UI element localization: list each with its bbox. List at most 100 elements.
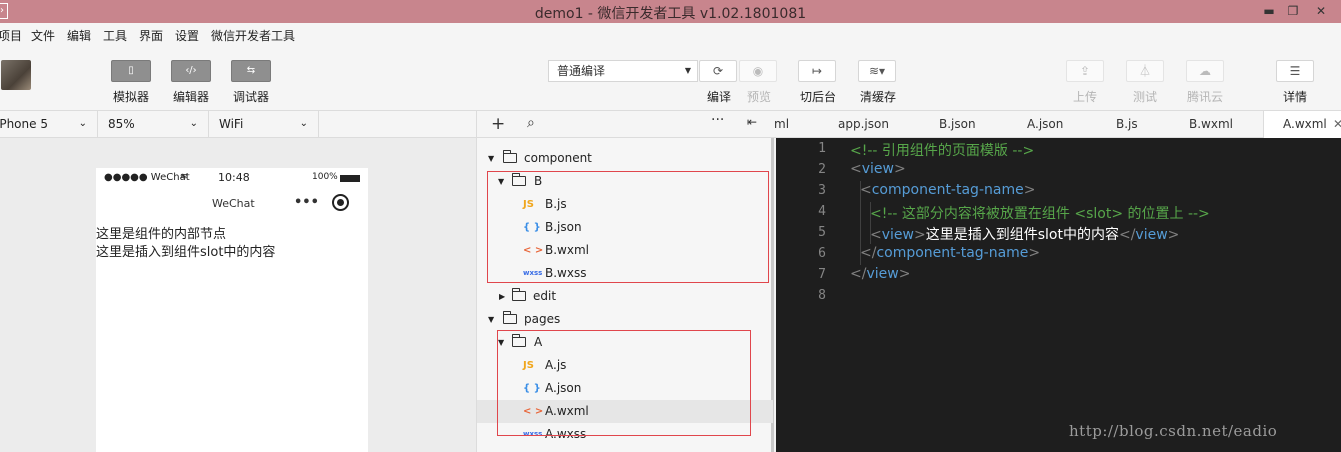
caret-down-icon: ▼: [488, 154, 495, 163]
editor-tabs: ml app.json B.json A.json B.js B.wxml A.…: [774, 111, 1341, 138]
compile-button[interactable]: ⟳: [699, 60, 737, 82]
chevron-down-icon: ⌄: [299, 118, 308, 129]
menu-edit[interactable]: 编辑: [67, 27, 91, 44]
debug-icon: ⇆: [246, 65, 256, 76]
menu-wechat-devtools[interactable]: 微信开发者工具: [211, 27, 295, 44]
status-bar: ●●●●● WeChat ≋ 10:48 100%: [96, 168, 368, 188]
compile-mode-select[interactable]: 普通编译 ▼: [548, 60, 698, 82]
compile-mode-value: 普通编译: [557, 64, 606, 78]
test-button[interactable]: ⏃: [1126, 60, 1164, 82]
upload-button[interactable]: ⇪: [1066, 60, 1104, 82]
menu-file[interactable]: 文件: [31, 27, 55, 44]
zoom-select[interactable]: 85% ⌄: [98, 111, 209, 137]
clear-cache-label: 清缓存: [859, 90, 896, 104]
menu-icon: ☰: [1289, 64, 1301, 78]
nav-title: WeChat: [212, 197, 255, 210]
debugger-toggle-button[interactable]: ⇆: [231, 60, 271, 82]
tab-a-json[interactable]: A.json: [1027, 111, 1087, 138]
toolbar: ▯ 模拟器 ‹/› 编辑器 ⇆ 调试器 普通编译 ▼ ⟳ 编译 ◉ 预览 ↦ 切…: [0, 47, 1341, 111]
preview-label: 预览: [746, 90, 771, 104]
tree-label: edit: [533, 289, 557, 303]
refresh-icon: ⟳: [712, 64, 724, 78]
file-tree-toolbar: + ⌕ ··· ⇤: [476, 111, 774, 138]
tencent-cloud-label: 腾讯云: [1186, 90, 1223, 104]
menu-tools[interactable]: 工具: [103, 27, 127, 44]
network-select[interactable]: WiFi ⌄: [209, 111, 319, 137]
code-line-4: <!-- 这部分内容将被放置在组件 <slot> 的位置上 -->: [870, 206, 1210, 222]
more-icon[interactable]: •••: [294, 195, 319, 210]
device-model: iPhone 5: [0, 117, 48, 131]
status-battery: 100%: [312, 172, 338, 182]
avatar[interactable]: [1, 60, 31, 90]
line-number: 3: [818, 183, 826, 198]
line-number: 6: [818, 246, 826, 261]
tab-ml[interactable]: ml: [774, 111, 814, 138]
line-number: 5: [818, 225, 826, 240]
restore-button[interactable]: ❐: [1282, 2, 1304, 20]
tab-app-json[interactable]: app.json: [838, 111, 908, 138]
chevron-down-icon: ▼: [684, 66, 691, 75]
background-label: 切后台: [799, 90, 836, 104]
page-text-line: 这里是插入到组件slot中的内容: [96, 245, 276, 260]
add-icon[interactable]: +: [491, 114, 505, 134]
nav-bar: WeChat •••: [96, 192, 368, 218]
close-tab-icon[interactable]: ✕: [1333, 117, 1341, 131]
search-icon[interactable]: ⌕: [527, 115, 535, 131]
tree-folder-edit[interactable]: ▶ edit: [477, 285, 773, 308]
wifi-icon: ≋: [180, 172, 188, 182]
window-title: demo1 - 微信开发者工具 v1.02.1801081: [534, 6, 807, 22]
chevron-down-icon: ⌄: [78, 118, 87, 129]
device-bar: iPhone 5 ⌄ 85% ⌄ WiFi ⌄: [0, 111, 476, 138]
network-value: WiFi: [219, 117, 244, 131]
tab-b-js[interactable]: B.js: [1116, 111, 1166, 138]
menu-project[interactable]: 项目: [0, 27, 22, 44]
collapse-panel-icon[interactable]: ⇤: [747, 115, 757, 129]
title-bar: › demo1 - 微信开发者工具 v1.02.1801081 ▬ ❐ ✕: [0, 0, 1341, 23]
watermark: http://blog.csdn.net/eadio: [1069, 422, 1278, 440]
minimize-button[interactable]: ▬: [1258, 2, 1280, 20]
preview-button[interactable]: ◉: [739, 60, 777, 82]
test-label: 测试: [1132, 90, 1157, 104]
switch-background-icon: ↦: [811, 64, 823, 78]
line-number: 1: [818, 141, 826, 156]
tab-b-wxml[interactable]: B.wxml: [1189, 111, 1249, 138]
close-button[interactable]: ✕: [1310, 2, 1332, 20]
details-label: 详情: [1282, 90, 1307, 104]
highlight-box-a: [497, 330, 751, 436]
background-button[interactable]: ↦: [798, 60, 836, 82]
code-line-7: </view>: [850, 266, 911, 282]
details-button[interactable]: ☰: [1276, 60, 1314, 82]
tree-label: pages: [524, 312, 561, 326]
caret-right-icon: ▶: [499, 292, 506, 301]
simulator-panel: ●●●●● WeChat ≋ 10:48 100% WeChat ••• 这里是…: [0, 138, 476, 452]
clear-cache-button[interactable]: ≋▾: [858, 60, 896, 82]
battery-icon: [340, 175, 360, 182]
capsule-close-icon[interactable]: [332, 194, 349, 211]
tree-folder-component[interactable]: ▼ component: [477, 147, 773, 170]
code-line-6: </component-tag-name>: [860, 245, 1041, 261]
tencent-cloud-button[interactable]: ☁: [1186, 60, 1224, 82]
tab-a-wxml[interactable]: A.wxml: [1263, 111, 1341, 138]
menu-view[interactable]: 界面: [139, 27, 163, 44]
folder-icon: [512, 288, 526, 301]
cloud-icon: ☁: [1199, 64, 1211, 78]
eye-icon: ◉: [752, 64, 764, 78]
folder-open-icon: [503, 311, 517, 324]
simulator-toggle-button[interactable]: ▯: [111, 60, 151, 82]
layers-icon: ≋▾: [868, 64, 886, 78]
tab-b-json[interactable]: B.json: [939, 111, 999, 138]
code-line-2: <view>: [850, 161, 906, 177]
more-icon[interactable]: ···: [711, 112, 724, 128]
code-icon: ‹/›: [185, 65, 197, 76]
phone-screen: ●●●●● WeChat ≋ 10:48 100% WeChat ••• 这里是…: [96, 168, 368, 452]
highlight-box-b: [487, 171, 769, 283]
code-editor[interactable]: 1 2 3 4 5 6 7 8 <!-- 引用组件的页面模版 --> <view…: [776, 138, 1341, 452]
simulator-label: 模拟器: [112, 90, 149, 104]
tree-folder-pages[interactable]: ▼ pages: [477, 308, 773, 331]
line-number: 7: [818, 267, 826, 282]
editor-toggle-button[interactable]: ‹/›: [171, 60, 211, 82]
menu-settings[interactable]: 设置: [175, 27, 199, 44]
page-text-line: 这里是组件的内部节点: [96, 227, 227, 242]
chevron-down-icon: ⌄: [189, 118, 198, 129]
device-select[interactable]: iPhone 5 ⌄: [0, 111, 98, 137]
